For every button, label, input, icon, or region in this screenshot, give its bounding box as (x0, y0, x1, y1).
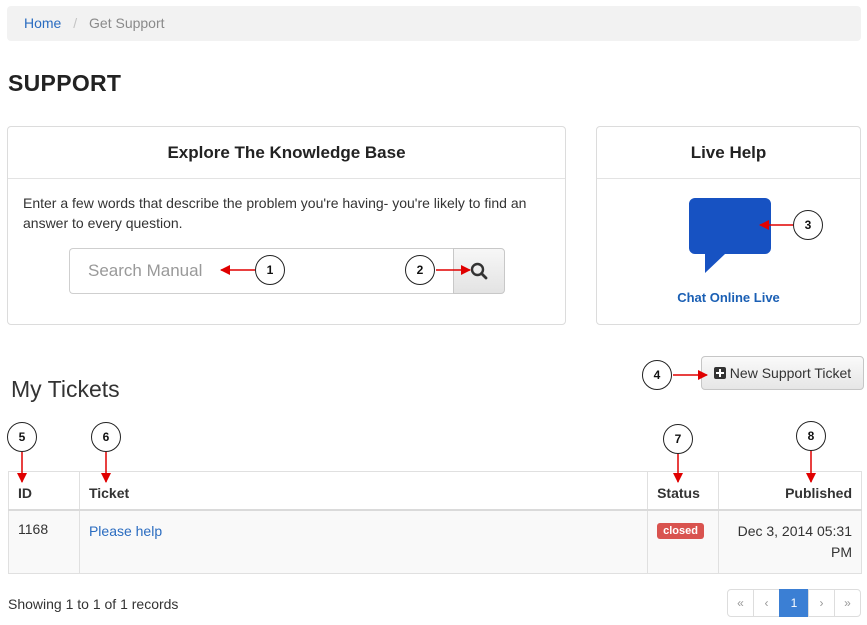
search-icon (470, 262, 488, 280)
records-summary: Showing 1 to 1 of 1 records (8, 596, 179, 612)
table-header-row: ID Ticket Status Published (8, 471, 862, 511)
column-header-published[interactable]: Published (718, 471, 862, 511)
my-tickets-title: My Tickets (11, 376, 120, 402)
chat-online-live-link[interactable]: Chat Online Live (597, 290, 860, 305)
column-header-id[interactable]: ID (8, 471, 80, 511)
search-button[interactable] (453, 248, 505, 294)
search-group (69, 248, 505, 294)
annotation-callout-5: 5 (7, 422, 37, 452)
pagination-last-button[interactable]: » (834, 589, 861, 617)
annotation-callout-6: 6 (91, 422, 121, 452)
breadcrumb-current: Get Support (89, 15, 165, 31)
tickets-table: ID Ticket Status Published 1168 Please h… (8, 471, 862, 574)
pagination: « ‹ 1 › » (727, 589, 861, 617)
table-row: 1168 Please help closed Dec 3, 2014 05:3… (8, 509, 862, 574)
annotation-callout-3: 3 (793, 210, 823, 240)
knowledge-base-description: Enter a few words that describe the prob… (23, 195, 527, 231)
live-help-title: Live Help (597, 127, 860, 179)
new-support-ticket-button[interactable]: New Support Ticket (701, 356, 864, 390)
breadcrumb: Home / Get Support (7, 6, 861, 41)
breadcrumb-separator: / (73, 15, 78, 31)
annotation-callout-1: 1 (255, 255, 285, 285)
status-badge: closed (657, 522, 704, 539)
chat-bubble-icon[interactable] (689, 198, 771, 274)
plus-square-icon (713, 367, 726, 379)
annotation-callout-7: 7 (663, 424, 693, 454)
pagination-page-1[interactable]: 1 (779, 589, 809, 617)
page-title: SUPPORT (8, 70, 122, 96)
knowledge-base-title: Explore The Knowledge Base (8, 127, 565, 179)
ticket-status-cell: closed (647, 509, 720, 574)
annotation-callout-8: 8 (796, 421, 826, 451)
ticket-title-cell: Please help (78, 509, 649, 574)
annotation-callout-2: 2 (405, 255, 435, 285)
pagination-next-button[interactable]: › (808, 589, 835, 617)
new-support-ticket-label: New Support Ticket (729, 365, 852, 381)
ticket-id-cell: 1168 (8, 509, 80, 574)
knowledge-base-panel: Explore The Knowledge Base Enter a few w… (7, 126, 566, 325)
column-header-ticket[interactable]: Ticket (78, 471, 649, 511)
column-header-status[interactable]: Status (647, 471, 720, 511)
breadcrumb-home-link[interactable]: Home (24, 15, 61, 31)
pagination-prev-button[interactable]: ‹ (753, 589, 780, 617)
annotation-callout-4: 4 (642, 360, 672, 390)
ticket-published-cell: Dec 3, 2014 05:31 PM (718, 509, 862, 574)
ticket-link[interactable]: Please help (89, 523, 162, 539)
pagination-first-button[interactable]: « (727, 589, 754, 617)
